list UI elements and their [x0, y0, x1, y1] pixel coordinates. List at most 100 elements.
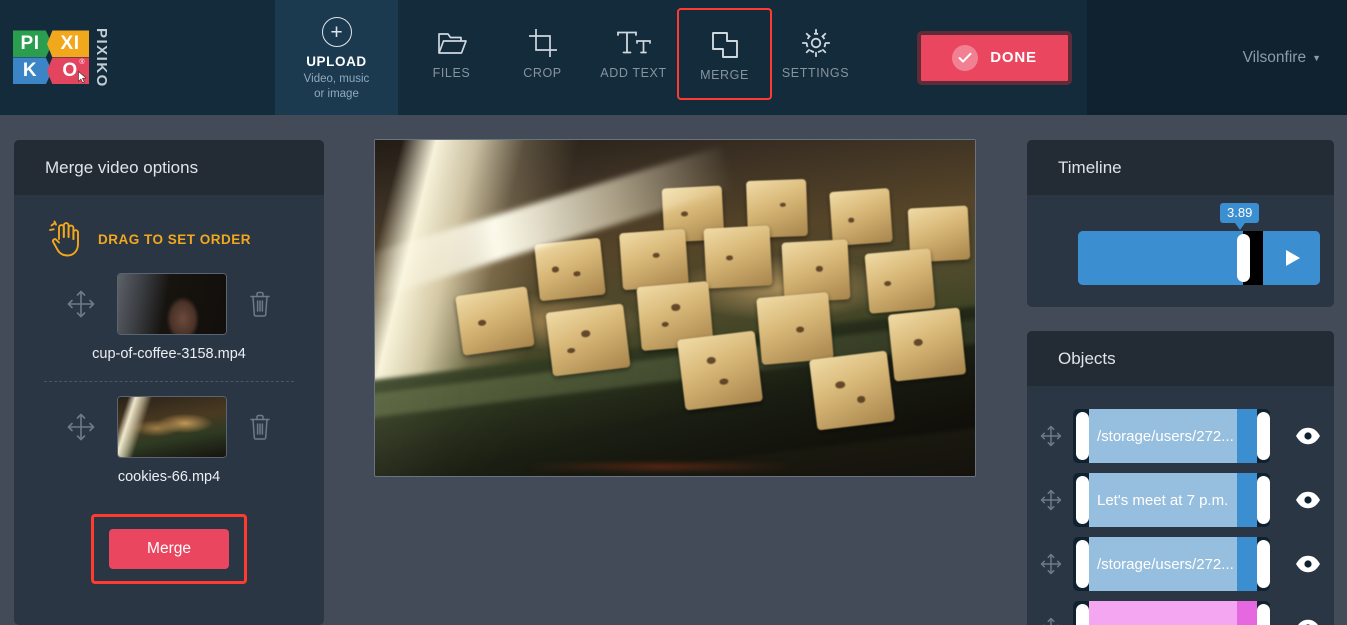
- object-track[interactable]: /storage/users/272...: [1073, 537, 1270, 591]
- tab-files-label: FILES: [432, 66, 471, 80]
- objects-panel: Objects /storage/users/272... Let's meet…: [1027, 331, 1334, 625]
- cookies-thumbnail-image: [118, 397, 226, 457]
- tab-settings[interactable]: SETTINGS: [770, 14, 861, 94]
- cursor-arrow-icon: [78, 71, 87, 84]
- user-menu[interactable]: Vilsonfire ▼: [1087, 0, 1347, 115]
- video-thumbnail[interactable]: [117, 273, 227, 335]
- hand-drag-icon: [49, 220, 79, 257]
- trash-icon[interactable]: [249, 291, 271, 317]
- object-row: /storage/users/272...: [1027, 404, 1334, 468]
- cookie-dough: [455, 286, 535, 357]
- check-circle-icon: [952, 44, 979, 71]
- cookie-dough: [676, 330, 764, 410]
- tab-merge[interactable]: MERGE: [677, 8, 772, 100]
- merge-button[interactable]: Merge: [109, 529, 229, 569]
- gear-icon: [801, 26, 831, 60]
- move-arrows-icon[interactable]: [1040, 489, 1062, 511]
- logo-block-pi: PI: [13, 30, 52, 58]
- timeline-play-button[interactable]: [1263, 231, 1320, 285]
- done-zone: DONE: [861, 0, 1087, 115]
- move-arrows-icon[interactable]: [67, 290, 95, 318]
- drag-order-label: DRAG TO SET ORDER: [98, 231, 252, 247]
- timeline-scrubber-handle[interactable]: [1236, 234, 1250, 282]
- coffee-thumbnail-image: [118, 274, 226, 334]
- objects-panel-header: Objects: [1027, 331, 1334, 386]
- pixiko-logo[interactable]: PI XI K O ® PIXIKO: [13, 27, 110, 88]
- video-thumbnail[interactable]: [117, 396, 227, 458]
- tab-add-text[interactable]: ADD TEXT: [588, 14, 679, 94]
- move-arrows-icon[interactable]: [1040, 425, 1062, 447]
- cookie-dough: [545, 303, 631, 377]
- upload-button[interactable]: + UPLOAD Video, music or image: [275, 0, 398, 115]
- object-row: Let's meet at 7 p.m.: [1027, 468, 1334, 532]
- timeline-panel-header: Timeline: [1027, 140, 1334, 195]
- object-visibility-toggle[interactable]: [1282, 555, 1334, 573]
- tab-files[interactable]: FILES: [406, 14, 497, 94]
- upload-subtitle-line1: Video, music: [303, 73, 370, 85]
- logo-block-o: O ®: [47, 57, 89, 85]
- tab-crop-label: CROP: [523, 66, 562, 80]
- video-preview[interactable]: [374, 139, 976, 477]
- merge-button-highlight: Merge: [91, 514, 247, 584]
- object-segment[interactable]: /storage/users/272...: [1089, 537, 1257, 591]
- object-track[interactable]: Let's meet at 7 p.m.: [1073, 473, 1270, 527]
- timeline-bar[interactable]: [1078, 231, 1320, 285]
- object-segment[interactable]: Let's meet at 7 p.m.: [1089, 473, 1257, 527]
- cookie-dough: [534, 237, 606, 302]
- oven-ember-glow: [525, 464, 795, 470]
- object-track[interactable]: /storage/users/272...: [1073, 409, 1270, 463]
- done-button-label: DONE: [990, 49, 1037, 66]
- timeline-panel: Timeline 3.89: [1027, 140, 1334, 307]
- object-label: /storage/users/272...: [1097, 427, 1234, 445]
- object-start-handle[interactable]: [1076, 476, 1089, 524]
- tab-add-text-label: ADD TEXT: [600, 66, 667, 80]
- merge-video-item: cookies-66.mp4: [14, 382, 324, 500]
- app-header: PI XI K O ® PIXIKO + UPLOAD Video, music…: [0, 0, 1347, 115]
- object-end-handle[interactable]: [1257, 540, 1270, 588]
- tab-crop[interactable]: CROP: [497, 14, 588, 94]
- timeline-value-tooltip: 3.89: [1220, 203, 1260, 230]
- logo-block-o-text: O: [62, 59, 78, 81]
- crop-icon: [528, 26, 557, 60]
- video-preview-frame: [375, 140, 975, 476]
- object-start-handle[interactable]: [1076, 412, 1089, 460]
- logo-row-bottom: K O ®: [13, 57, 89, 85]
- logo-row-top: PI XI: [13, 30, 89, 58]
- cookie-dough: [808, 350, 896, 431]
- timeline-title: Timeline: [1058, 157, 1122, 177]
- object-start-handle[interactable]: [1076, 540, 1089, 588]
- move-arrows-icon[interactable]: [1040, 617, 1062, 625]
- logo-block-k: K: [13, 57, 52, 85]
- video-filename: cup-of-coffee-3158.mp4: [92, 346, 246, 362]
- eye-icon: [1298, 619, 1318, 625]
- upload-subtitle: Video, music or image: [304, 72, 370, 102]
- eye-icon: [1296, 555, 1320, 573]
- object-track[interactable]: [1073, 601, 1270, 625]
- object-start-handle[interactable]: [1076, 604, 1089, 625]
- merge-panel-title: Merge video options: [45, 157, 199, 177]
- timeline-fill: [1078, 231, 1243, 285]
- user-name: Vilsonfire: [1242, 48, 1307, 66]
- logo-block-xi: XI: [47, 30, 89, 58]
- upload-title: UPLOAD: [306, 54, 367, 69]
- object-segment[interactable]: [1089, 601, 1257, 625]
- move-arrows-icon[interactable]: [1040, 553, 1062, 575]
- object-visibility-toggle[interactable]: [1282, 427, 1334, 445]
- object-segment[interactable]: /storage/users/272...: [1089, 409, 1257, 463]
- cookie-dough: [756, 291, 834, 365]
- move-arrows-icon[interactable]: [67, 413, 95, 441]
- trash-icon[interactable]: [249, 414, 271, 440]
- merge-video-item: cup-of-coffee-3158.mp4: [14, 259, 324, 377]
- object-end-handle[interactable]: [1257, 604, 1270, 625]
- merge-icon: [710, 28, 740, 62]
- logo-vertical-text: PIXIKO: [93, 27, 110, 88]
- object-visibility-toggle[interactable]: [1282, 619, 1334, 625]
- merge-video-row: [14, 382, 324, 458]
- object-end-handle[interactable]: [1257, 412, 1270, 460]
- done-button[interactable]: DONE: [917, 30, 1072, 85]
- cookie-dough: [619, 228, 689, 291]
- logo-zone: PI XI K O ® PIXIKO: [0, 0, 275, 115]
- object-visibility-toggle[interactable]: [1282, 491, 1334, 509]
- object-end-handle[interactable]: [1257, 476, 1270, 524]
- upload-subtitle-line2: or image: [314, 88, 359, 100]
